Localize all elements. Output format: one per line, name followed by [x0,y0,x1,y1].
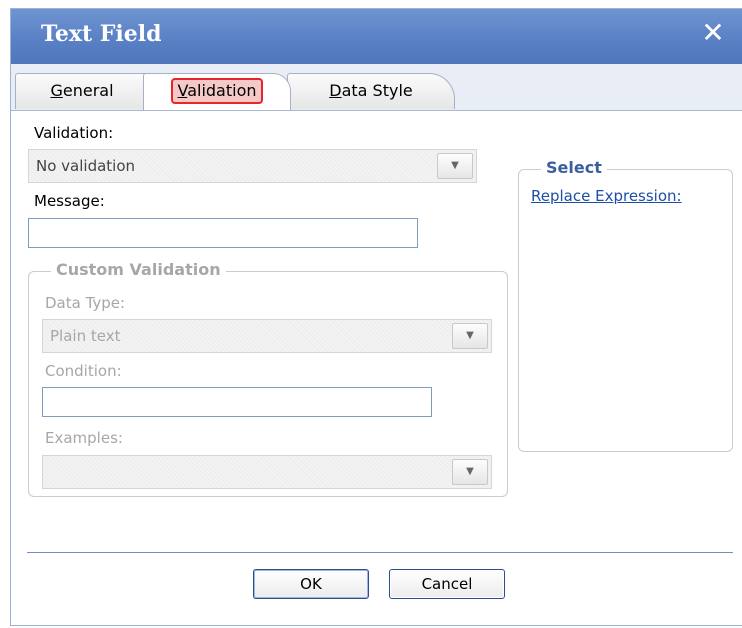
chevron-down-icon[interactable]: ▼ [452,323,488,349]
select-legend: Select [541,158,607,177]
close-icon[interactable]: ✕ [698,18,728,48]
validation-select[interactable]: No validation ▼ [28,149,477,183]
condition-input[interactable] [42,387,432,417]
custom-validation-group: Custom Validation Data Type: Plain text … [28,260,508,497]
chevron-down-icon[interactable]: ▼ [437,153,473,179]
examples-select[interactable]: ▼ [42,455,492,489]
examples-label: Examples: [45,429,123,447]
chevron-down-icon[interactable]: ▼ [452,459,488,485]
select-group: Select Replace Expression: [518,158,733,452]
cancel-button[interactable]: Cancel [389,569,505,599]
dialog-title: Text Field [41,21,162,47]
replace-expression-link[interactable]: Replace Expression: [531,187,682,205]
tab-validation-label: alidation [187,81,257,100]
tab-validation[interactable]: Validation [143,73,291,110]
message-input[interactable] [28,218,418,248]
tab-data-style-accel: D [329,81,342,100]
data-type-label: Data Type: [45,294,126,312]
tab-validation-highlight: Validation [171,78,263,104]
tab-general-label: eneral [62,81,114,100]
validation-select-value: No validation [36,157,136,175]
message-label: Message: [34,192,105,210]
tab-data-style[interactable]: Data Style [287,73,455,109]
tab-data-style-label: ata Style [341,81,413,100]
ok-button[interactable]: OK [253,569,369,599]
text-field-dialog: Text Field ✕ General Data Style Validati… [10,8,742,626]
title-bar[interactable]: Text Field ✕ [11,9,742,64]
tab-strip: General Data Style Validation [11,64,742,111]
footer-divider [27,552,733,553]
tab-general-accel: G [50,81,63,100]
custom-validation-legend: Custom Validation [51,260,226,279]
data-type-select[interactable]: Plain text ▼ [42,319,492,353]
condition-label: Condition: [45,362,122,380]
tab-general[interactable]: General [15,73,149,109]
validation-label: Validation: [34,124,114,142]
tab-validation-accel: V [177,81,188,100]
data-type-select-value: Plain text [50,327,121,345]
